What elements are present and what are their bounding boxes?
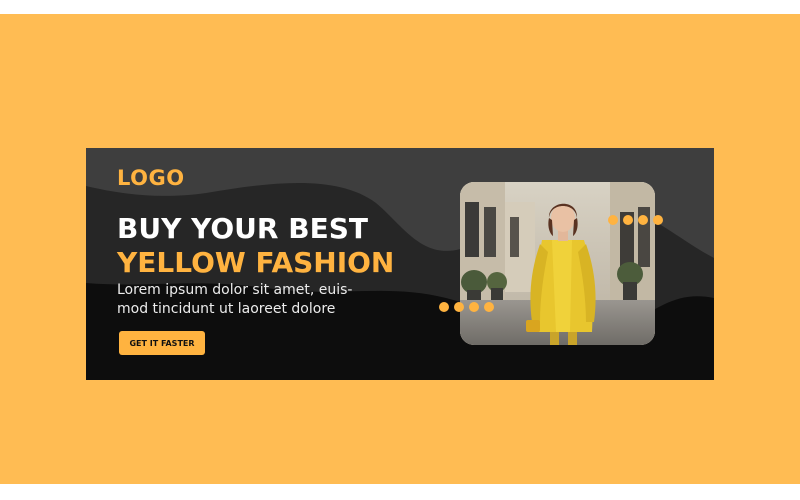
dot bbox=[454, 302, 464, 312]
dot bbox=[484, 302, 494, 312]
dot bbox=[608, 215, 618, 225]
get-it-faster-button[interactable]: GET IT FASTER bbox=[119, 331, 205, 355]
headline-line-2: YELLOW FASHION bbox=[117, 246, 395, 279]
body-text: Lorem ipsum dolor sit amet, euis- mod ti… bbox=[117, 281, 407, 319]
model-photo bbox=[460, 182, 655, 345]
body-text-line-1: Lorem ipsum dolor sit amet, euis- bbox=[117, 282, 353, 298]
dot bbox=[653, 215, 663, 225]
body-text-line-2: mod tincidunt ut laoreet dolore bbox=[117, 301, 336, 317]
page-background: LOGO BUY YOUR BEST YELLOW FASHION Lorem … bbox=[0, 14, 800, 484]
logo: LOGO bbox=[117, 166, 185, 190]
dot bbox=[469, 302, 479, 312]
dot bbox=[623, 215, 633, 225]
decorative-dots-bottom bbox=[439, 302, 494, 312]
headline: BUY YOUR BEST YELLOW FASHION bbox=[117, 212, 394, 280]
woman-in-yellow-coat-image bbox=[460, 182, 655, 345]
promo-banner: LOGO BUY YOUR BEST YELLOW FASHION Lorem … bbox=[86, 148, 714, 380]
dot bbox=[638, 215, 648, 225]
dot bbox=[439, 302, 449, 312]
decorative-dots-top bbox=[608, 215, 663, 225]
headline-line-1: BUY YOUR BEST bbox=[117, 212, 368, 245]
